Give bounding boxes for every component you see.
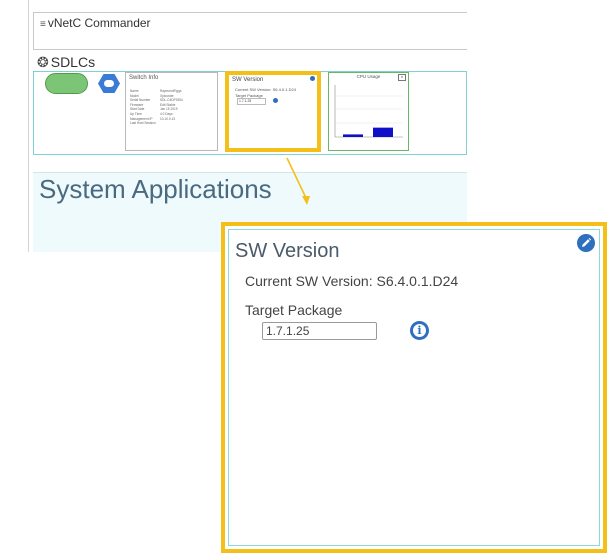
current-sw-version: Current SW Version: S6.4.0.1.D24	[245, 273, 459, 289]
gear-icon: ❂	[37, 54, 49, 70]
app-title: ≡ vNetC Commander	[40, 16, 151, 30]
sw-version-zoom-panel: SW Version Current SW Version: S6.4.0.1.…	[221, 222, 607, 553]
edit-icon[interactable]	[310, 76, 315, 81]
cpu-bar	[343, 134, 363, 137]
switch-info-rows: Name RaymondFiggs Model Xpicorate Serial Num…	[130, 89, 216, 126]
info-icon[interactable]	[273, 98, 278, 103]
sdlcs-heading: ❂ SDLCs	[37, 54, 96, 70]
system-applications-title: System Applications	[39, 174, 272, 204]
switch-info-title: Switch Info	[129, 75, 159, 81]
target-package-label: Target Package	[245, 302, 343, 318]
switch-info-panel: Switch Info Name RaymondFiggs Model Xpicora…	[125, 72, 218, 151]
switch-info-row: Last Host Session	[130, 121, 216, 126]
app-titlebar: ≡ vNetC Commander	[33, 12, 467, 50]
cpu-usage-panel: CPU Usage x	[328, 72, 409, 151]
info-icon: i	[417, 324, 422, 337]
tree-icon: ≡	[40, 19, 46, 30]
callout-arrow-head	[302, 196, 310, 205]
cpu-bar	[373, 127, 393, 137]
sw-version-title: SW Version	[235, 240, 340, 262]
chat-icon	[104, 80, 114, 87]
switch-info-key: Last Host Session	[130, 121, 156, 126]
switch-info-value	[160, 121, 216, 126]
sw-version-mini-panel[interactable]: SW Version Current SW Version: S6.4.0.1.…	[225, 71, 321, 152]
edit-button[interactable]	[577, 234, 595, 252]
callout-arrow-line	[286, 157, 307, 199]
sw-version-mini-current: Current SW Version: S6.4.0.1.D24	[235, 87, 296, 92]
sw-version-panel: SW Version Current SW Version: S6.4.0.1.…	[228, 229, 600, 546]
cpu-usage-title: CPU Usage	[356, 74, 381, 79]
info-button[interactable]: i	[410, 321, 429, 340]
close-icon[interactable]: x	[398, 74, 406, 81]
cpu-usage-chart	[334, 85, 403, 138]
sw-version-mini-target-input[interactable]: 1.7.1.25	[237, 98, 266, 105]
pencil-icon	[582, 237, 592, 247]
target-package-input[interactable]	[262, 322, 377, 340]
status-pill-button[interactable]	[45, 73, 88, 94]
sw-version-mini-title: SW Version	[232, 77, 264, 83]
callout-arrow	[286, 157, 310, 205]
